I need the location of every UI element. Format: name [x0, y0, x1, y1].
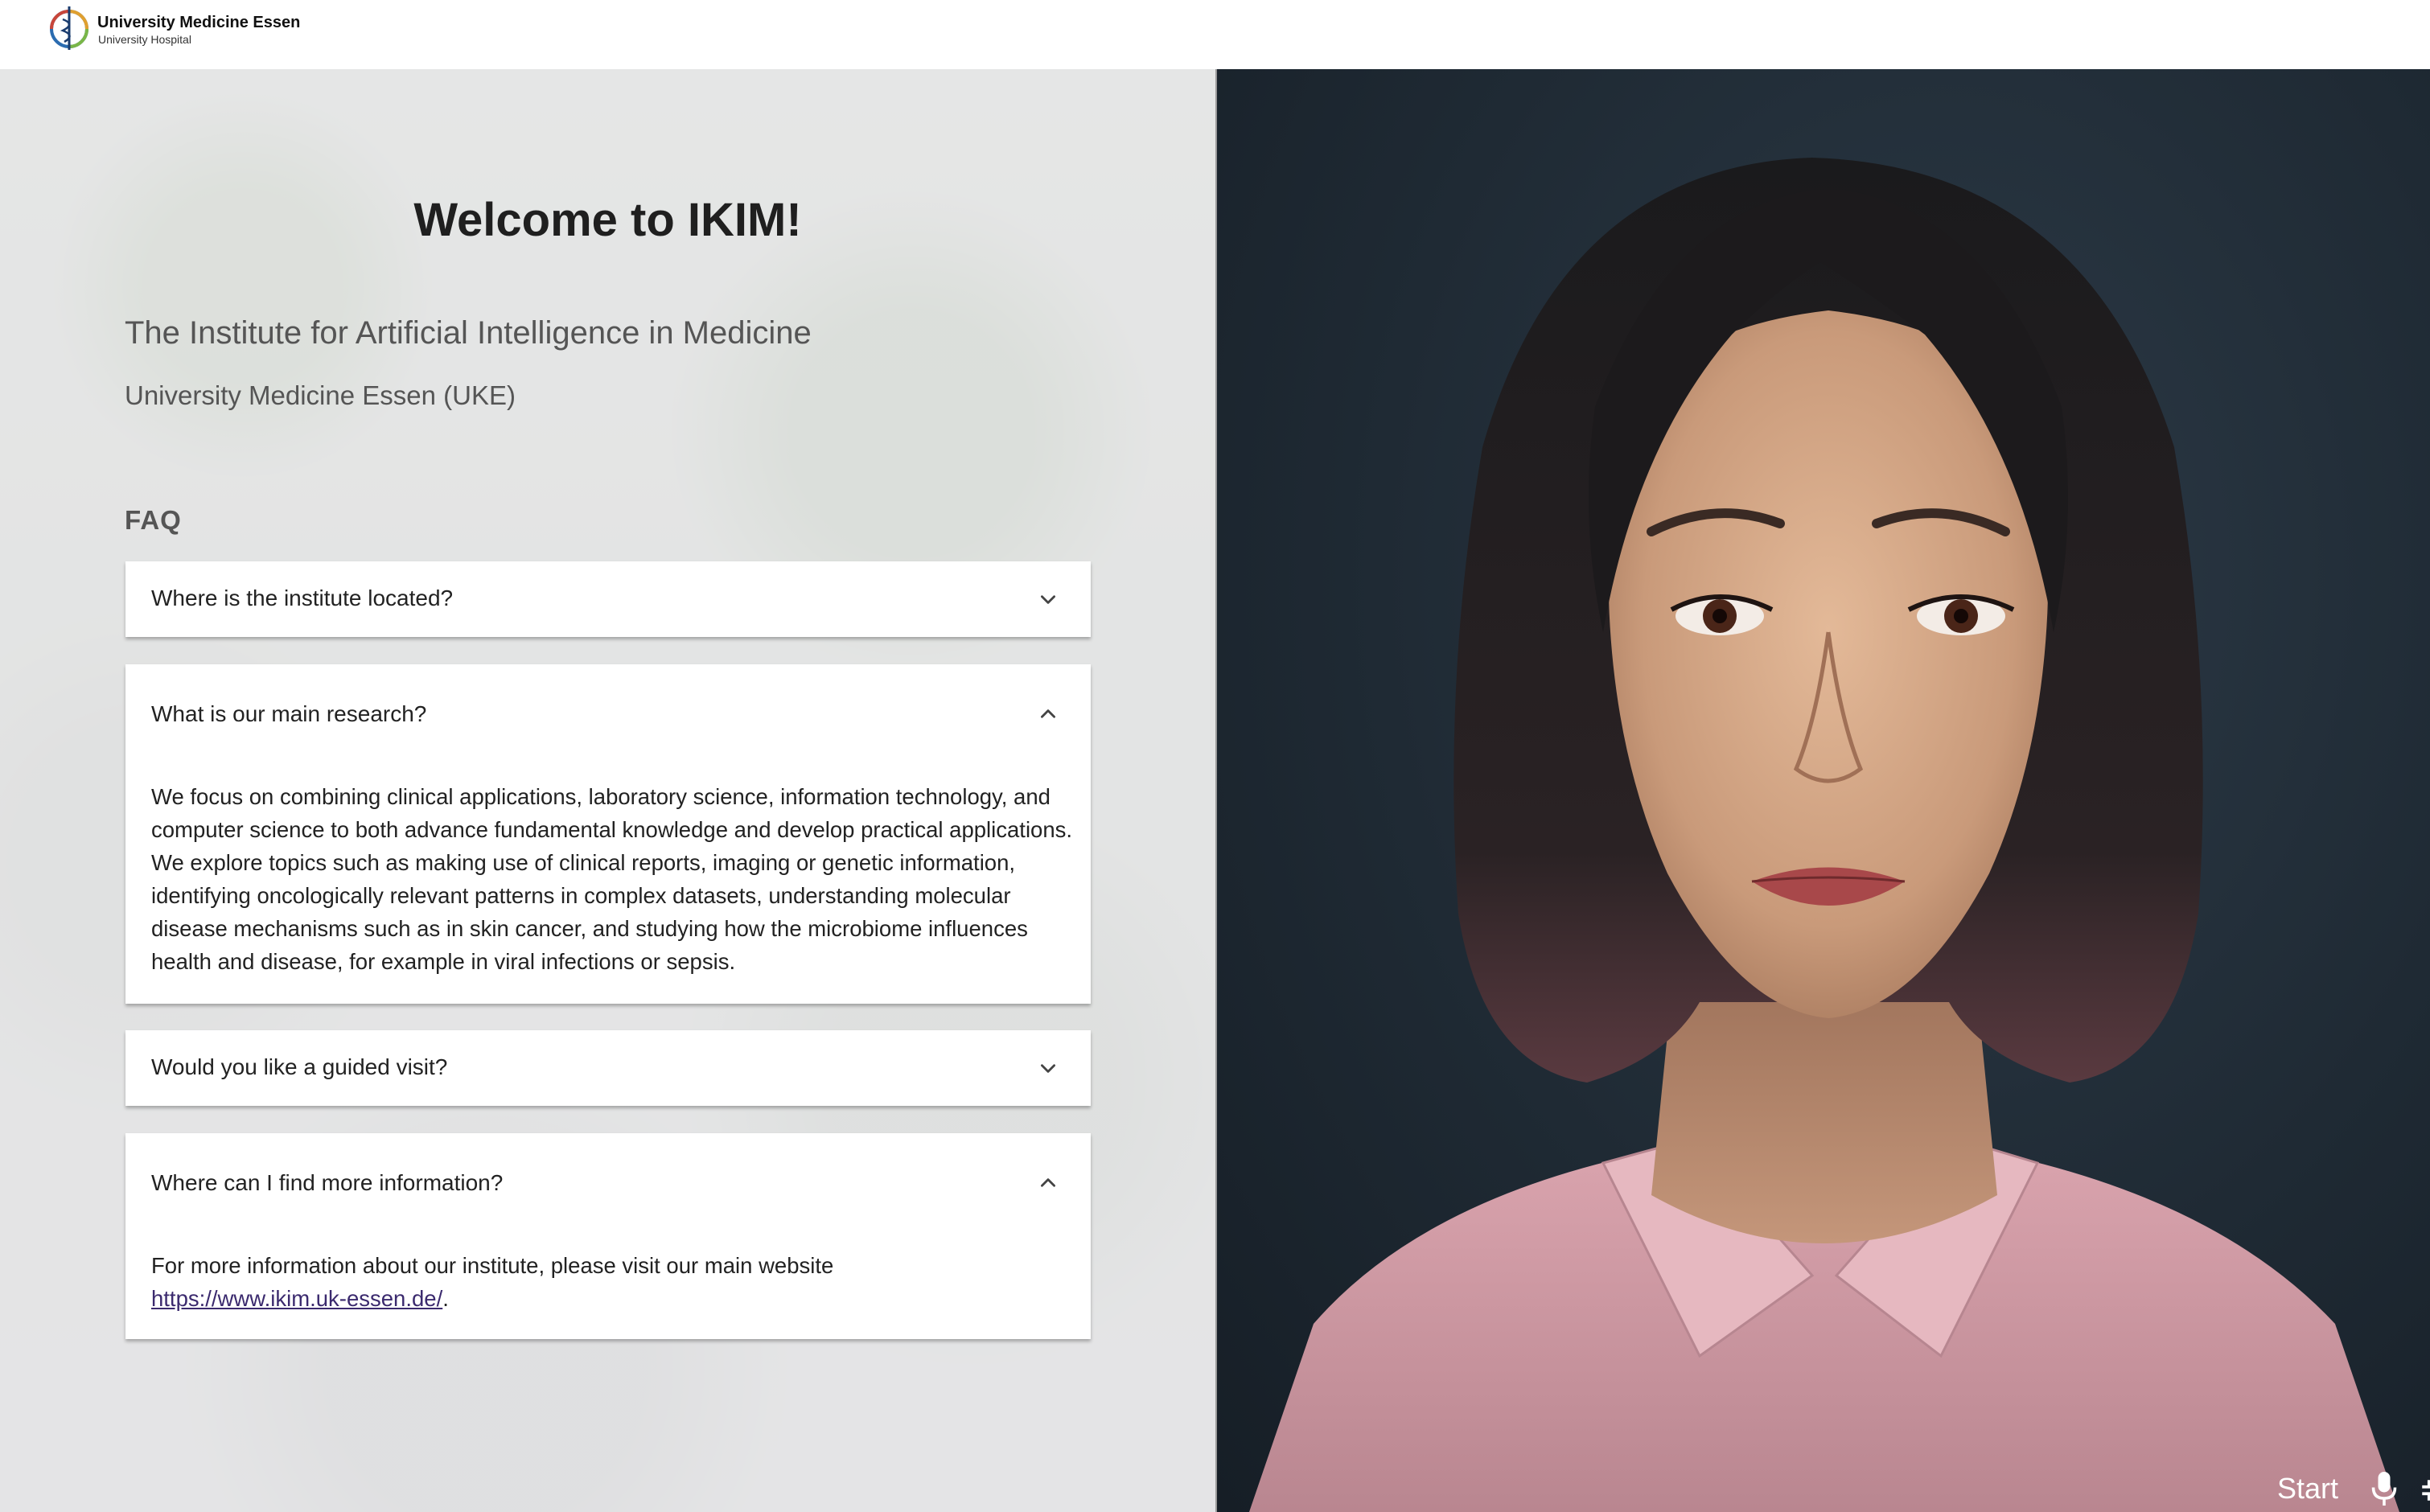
faq-heading: FAQ [125, 505, 182, 535]
start-button[interactable]: Start [2277, 1472, 2338, 1506]
university-subtitle: University Medicine Essen (UKE) [125, 380, 516, 410]
chevron-down-icon[interactable] [1038, 589, 1059, 610]
faq-item-location[interactable]: Where is the institute located? [125, 561, 1091, 637]
digital-human-avatar [1249, 158, 2399, 1512]
chevron-up-icon[interactable] [1038, 1173, 1059, 1194]
faq-question[interactable]: Where can I find more information? [151, 1170, 503, 1196]
faq-item-research[interactable]: What is our main research? We focus on c… [125, 664, 1091, 1004]
logo-title: University Medicine Essen [97, 14, 301, 31]
faq-answer-text: For more information about our institute… [151, 1253, 834, 1278]
faq-answer: For more information about our institute… [151, 1249, 1076, 1315]
chevron-up-icon[interactable] [1038, 704, 1059, 725]
info-panel: Welcome to IKIM! The Institute for Artif… [0, 69, 1215, 1512]
avatar-panel: Start [1215, 69, 2430, 1512]
faq-item-more-info[interactable]: Where can I find more information? For m… [125, 1133, 1091, 1339]
page-title: Welcome to IKIM! [413, 194, 802, 246]
faq-answer-suffix: . [442, 1286, 449, 1311]
exit-fullscreen-icon[interactable] [2419, 1477, 2430, 1504]
faq-question[interactable]: Where is the institute located? [151, 585, 453, 611]
logo-subtitle: University Hospital [98, 33, 191, 46]
top-bar: University Medicine Essen University Hos… [0, 0, 2430, 69]
faq-question[interactable]: What is our main research? [151, 701, 426, 727]
institute-subtitle: The Institute for Artificial Intelligenc… [125, 315, 812, 351]
faq-item-guided-visit[interactable]: Would you like a guided visit? [125, 1030, 1091, 1106]
avatar-controls: Start [2092, 1407, 2430, 1512]
university-logo-icon[interactable] [47, 3, 92, 51]
faq-answer: We focus on combining clinical applicati… [151, 784, 1073, 974]
chevron-down-icon[interactable] [1038, 1058, 1059, 1079]
microphone-icon[interactable] [2370, 1470, 2399, 1507]
faq-question[interactable]: Would you like a guided visit? [151, 1054, 447, 1080]
website-link[interactable]: https://www.ikim.uk-essen.de/ [151, 1286, 442, 1311]
